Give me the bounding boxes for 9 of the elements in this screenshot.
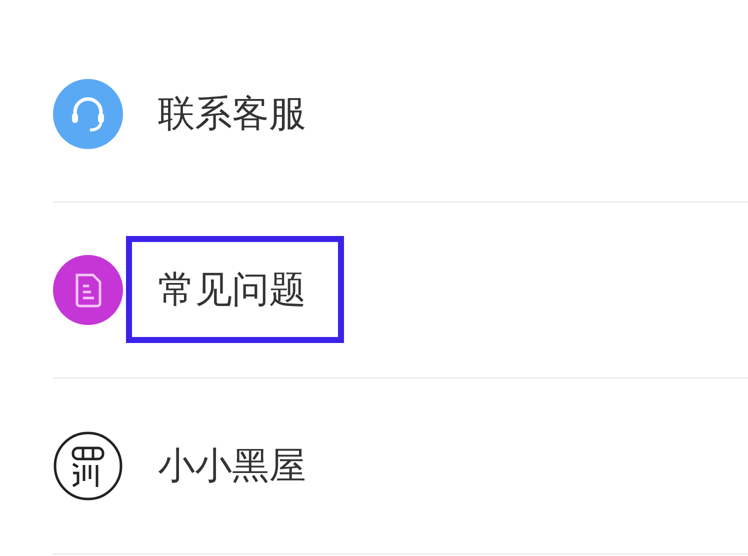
headset-icon — [53, 79, 123, 149]
menu-item-label: 联系客服 — [158, 94, 306, 134]
menu-item[interactable]: 小小黑屋 — [53, 379, 748, 555]
document-icon — [53, 255, 123, 325]
stamp-icon — [53, 431, 123, 501]
menu-item[interactable]: 常见问题 — [53, 203, 748, 379]
menu-item-label: 常见问题 — [158, 270, 306, 310]
menu-item-label: 小小黑屋 — [158, 446, 306, 486]
menu-item[interactable]: 联系客服 — [53, 27, 748, 203]
